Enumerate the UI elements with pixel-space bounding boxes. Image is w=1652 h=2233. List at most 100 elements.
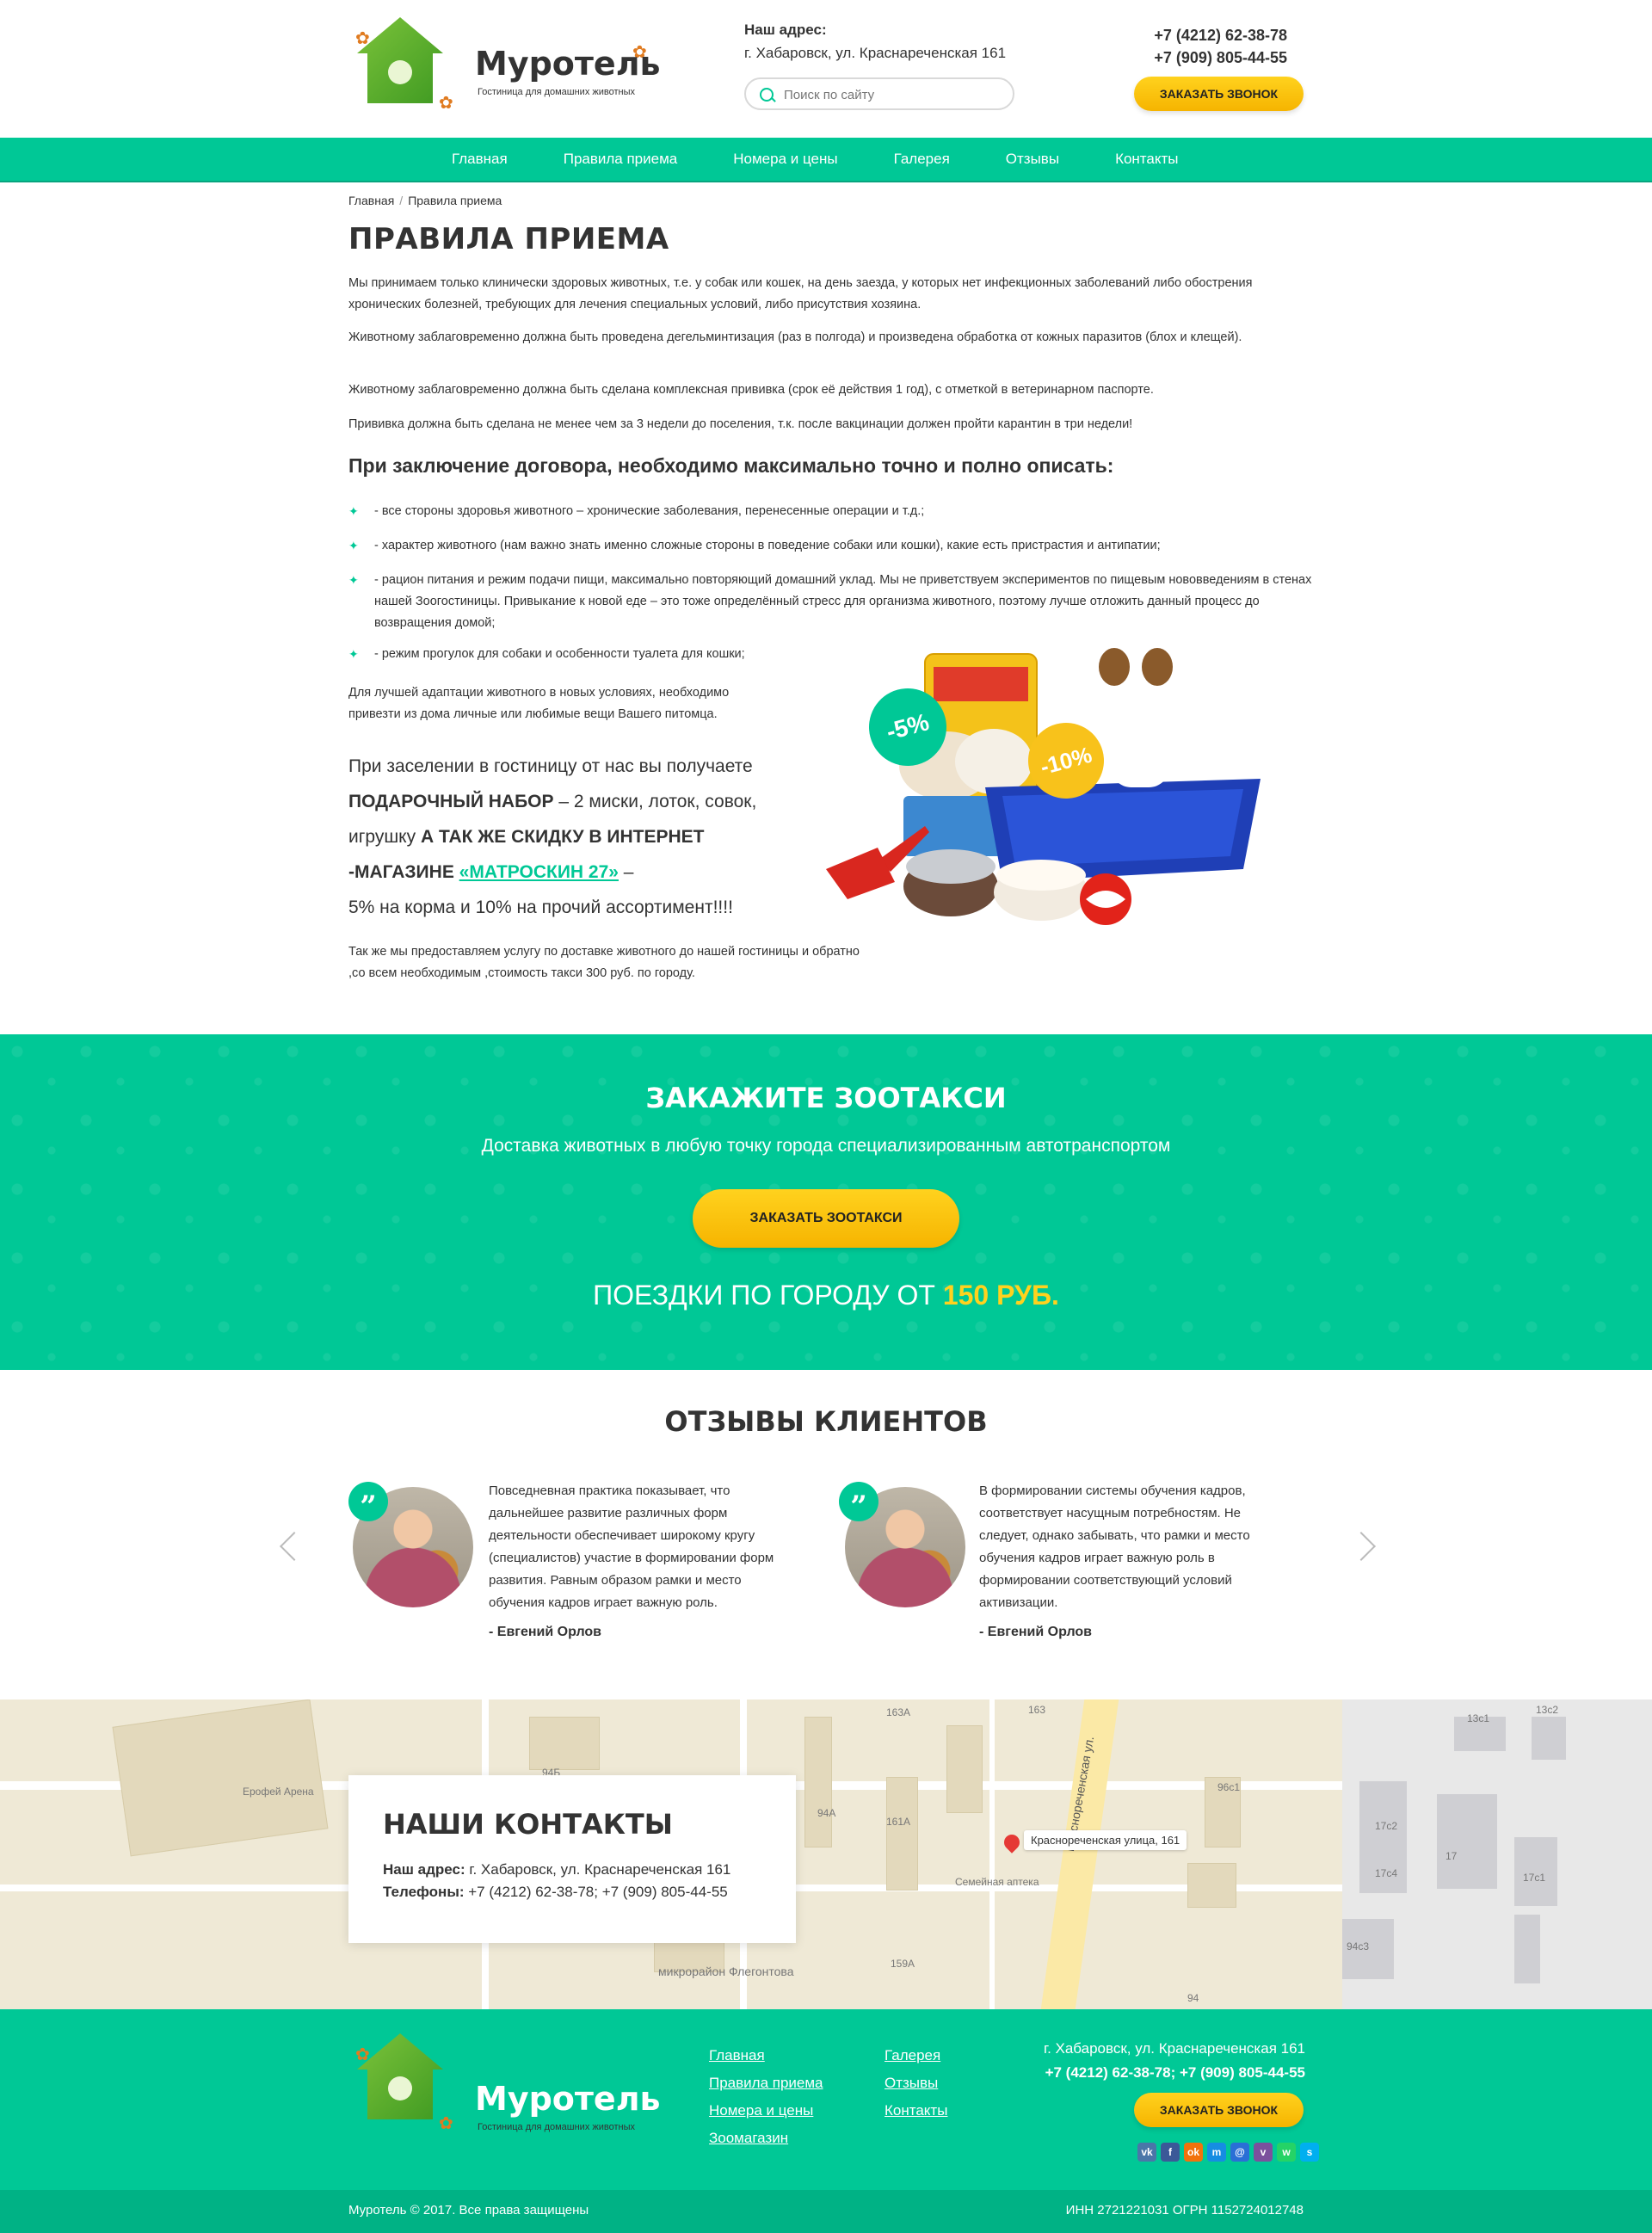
zootaxi-section: ЗАКАЖИТЕ ЗООТАКСИ Доставка животных в лю… bbox=[0, 1034, 1652, 1370]
butterfly-icon: ✿ bbox=[439, 94, 453, 113]
paw-icon: ✦ bbox=[348, 647, 359, 661]
whatsapp-icon[interactable]: w bbox=[1277, 2143, 1296, 2162]
bottom-bar: Муротель © 2017. Все права защищены ИНН … bbox=[0, 2190, 1652, 2233]
mail-icon[interactable]: @ bbox=[1230, 2143, 1249, 2162]
gift-line-1: При заселении в гостиницу от нас вы полу… bbox=[348, 756, 753, 776]
gift-shop-label: -МАГАЗИНЕ bbox=[348, 862, 459, 882]
map-label: 94А bbox=[817, 1807, 836, 1819]
footer: ✿ ✿ Муротель Гостиница для домашних живо… bbox=[0, 2009, 1652, 2190]
brand-name[interactable]: Муротель bbox=[475, 45, 661, 83]
map-label: 17 bbox=[1446, 1850, 1458, 1862]
review-author: - Евгений Орлов bbox=[489, 1625, 602, 1639]
breadcrumb: Главная / Правила приема bbox=[348, 194, 502, 207]
search-box[interactable] bbox=[744, 77, 1014, 110]
phone-1[interactable]: +7 (4212) 62-38-78 bbox=[1154, 24, 1287, 46]
taxi-note: Так же мы предоставляем услугу по достав… bbox=[348, 945, 860, 980]
footer-link-home[interactable]: Главная bbox=[709, 2042, 823, 2070]
list-item-text: - все стороны здоровья животного – хрони… bbox=[374, 504, 925, 518]
footer-contacts: г. Хабаровск, ул. Краснареченская 161 +7… bbox=[1044, 2037, 1305, 2085]
logo-icon[interactable]: ✿ ✿ bbox=[348, 10, 453, 113]
list-item: ✦ - рацион питания и режим подачи пищи, м… bbox=[348, 570, 1321, 634]
contacts-card: НАШИ КОНТАКТЫ Наш адрес: г. Хабаровск, у… bbox=[348, 1775, 796, 1943]
adaptation-note: Для лучшей адаптации животного в новых у… bbox=[348, 686, 730, 721]
gift-offer: При заселении в гостиницу от нас вы полу… bbox=[348, 749, 830, 925]
location-pin-icon[interactable] bbox=[1001, 1831, 1023, 1854]
footer-links-2: Галерея Отзывы Контакты bbox=[885, 2042, 947, 2125]
taxi-title: ЗАКАЖИТЕ ЗООТАКСИ bbox=[645, 1082, 1007, 1114]
nav-item-reviews[interactable]: Отзывы bbox=[1006, 138, 1059, 181]
chevron-left-icon[interactable] bbox=[280, 1532, 309, 1561]
gift-set-items: – 2 миски, лоток, совок, bbox=[553, 792, 757, 811]
map-label: Семейная аптека bbox=[955, 1876, 1039, 1888]
facebook-icon[interactable]: f bbox=[1161, 2143, 1180, 2162]
list-item: ✦ - все стороны здоровья животного – хрон… bbox=[348, 501, 1321, 522]
nav-item-rooms[interactable]: Номера и цены bbox=[733, 138, 837, 181]
footer-brand-tagline: Гостиница для домашних животных bbox=[478, 2122, 635, 2132]
map-label: 94 bbox=[1187, 1992, 1199, 2004]
footer-callback-button[interactable]: Заказать звонок bbox=[1134, 2093, 1304, 2127]
list-item: ✦ - режим прогулок для собаки и особеннос… bbox=[348, 644, 830, 665]
footer-link-contacts[interactable]: Контакты bbox=[885, 2097, 947, 2125]
map-label: 13с2 bbox=[1536, 1704, 1559, 1716]
paw-icon: ✦ bbox=[348, 504, 359, 518]
contacts-title: НАШИ КОНТАКТЫ bbox=[383, 1808, 673, 1841]
copyright: Муротель © 2017. Все права защищены bbox=[348, 2203, 589, 2218]
nav-item-rules[interactable]: Правила приема bbox=[564, 138, 678, 181]
quote-icon: ” bbox=[839, 1482, 878, 1524]
contacts-phones-label: Телефоны: bbox=[383, 1884, 465, 1900]
gift-toy: игрушку bbox=[348, 827, 421, 847]
footer-brand-name[interactable]: Муротель bbox=[475, 2080, 661, 2118]
map-pin-label: Краснореченская улица, 161 bbox=[1024, 1830, 1187, 1850]
list-item-text: - характер животного (нам важно знать им… bbox=[374, 539, 1161, 552]
gift-discount-details: 5% на корма и 10% на прочий ассортимент!… bbox=[348, 898, 733, 917]
chevron-right-icon[interactable] bbox=[1347, 1532, 1376, 1561]
search-icon[interactable] bbox=[760, 88, 774, 102]
nav-item-contacts[interactable]: Контакты bbox=[1115, 138, 1178, 181]
gift-dash: – bbox=[618, 862, 634, 882]
map-label: 163А bbox=[886, 1706, 911, 1718]
nav-item-home[interactable]: Главная bbox=[452, 138, 508, 181]
gift-set-label: ПОДАРОЧНЫЙ НАБОР bbox=[348, 792, 554, 811]
footer-logo-icon[interactable]: ✿ ✿ bbox=[348, 2026, 453, 2133]
map-label: 163 bbox=[1028, 1704, 1046, 1716]
footer-link-rules[interactable]: Правила приема bbox=[709, 2070, 823, 2097]
footer-link-rooms[interactable]: Номера и цены bbox=[709, 2097, 823, 2125]
callback-button[interactable]: Заказать звонок bbox=[1134, 77, 1304, 111]
footer-phones[interactable]: +7 (4212) 62-38-78; +7 (909) 805-44-55 bbox=[1044, 2061, 1305, 2085]
vk-icon[interactable]: vk bbox=[1137, 2143, 1156, 2162]
review-text: Повседневная практика показывает, что да… bbox=[489, 1484, 774, 1610]
legal-info: ИНН 2721221031 ОГРН 1152724012748 bbox=[1065, 2203, 1304, 2218]
butterfly-icon: ✿ bbox=[355, 29, 370, 48]
map-label: 96с1 bbox=[1217, 1781, 1241, 1793]
footer-link-gallery[interactable]: Галерея bbox=[885, 2042, 947, 2070]
order-taxi-button[interactable]: Заказать зоотакси bbox=[693, 1189, 959, 1248]
footer-link-reviews[interactable]: Отзывы bbox=[885, 2070, 947, 2097]
map[interactable]: Ерофей Арена Семейная аптека микрорайон … bbox=[0, 1699, 1652, 2009]
breadcrumb-home[interactable]: Главная bbox=[348, 194, 394, 207]
map-label: 17с4 bbox=[1375, 1867, 1398, 1879]
paragraph: Животному заблаговременно должна быть сд… bbox=[348, 383, 1154, 397]
quote-icon: ” bbox=[348, 1482, 388, 1524]
map-label: 161А bbox=[886, 1816, 911, 1828]
viber-icon[interactable]: v bbox=[1254, 2143, 1273, 2162]
search-input[interactable] bbox=[782, 84, 1001, 105]
map-label: 17с2 bbox=[1375, 1820, 1398, 1832]
gift-discount-label: А ТАК ЖЕ СКИДКУ В ИНТЕРНЕТ bbox=[420, 827, 705, 847]
phone-2[interactable]: +7 (909) 805-44-55 bbox=[1154, 46, 1287, 69]
list-item-text: - рацион питания и режим подачи пищи, ма… bbox=[374, 573, 1312, 630]
moimir-icon[interactable]: m bbox=[1207, 2143, 1226, 2162]
odnoklassniki-icon[interactable]: ok bbox=[1184, 2143, 1203, 2162]
breadcrumb-current: Правила приема bbox=[408, 194, 502, 207]
skype-icon[interactable]: s bbox=[1300, 2143, 1319, 2162]
paragraph: Прививка должна быть сделана не менее че… bbox=[348, 417, 1133, 431]
butterfly-icon: ✿ bbox=[355, 2045, 370, 2064]
nav-item-gallery[interactable]: Галерея bbox=[894, 138, 950, 181]
map-label: 159А bbox=[891, 1958, 915, 1970]
shop-link[interactable]: «МАТРОСКИН 27» bbox=[459, 862, 619, 882]
contacts-address: Наш адрес: г. Хабаровск, ул. Краснаречен… bbox=[383, 1861, 730, 1878]
address-label: Наш адрес: bbox=[744, 22, 827, 38]
taxi-price: ПОЕЗДКИ ПО ГОРОДУ ОТ 150 РУБ. bbox=[0, 1280, 1652, 1311]
footer-link-shop[interactable]: Зоомагазин bbox=[709, 2125, 823, 2152]
map-label: микрорайон Флегонтова bbox=[658, 1965, 794, 1978]
footer-links-1: Главная Правила приема Номера и цены Зоо… bbox=[709, 2042, 823, 2152]
